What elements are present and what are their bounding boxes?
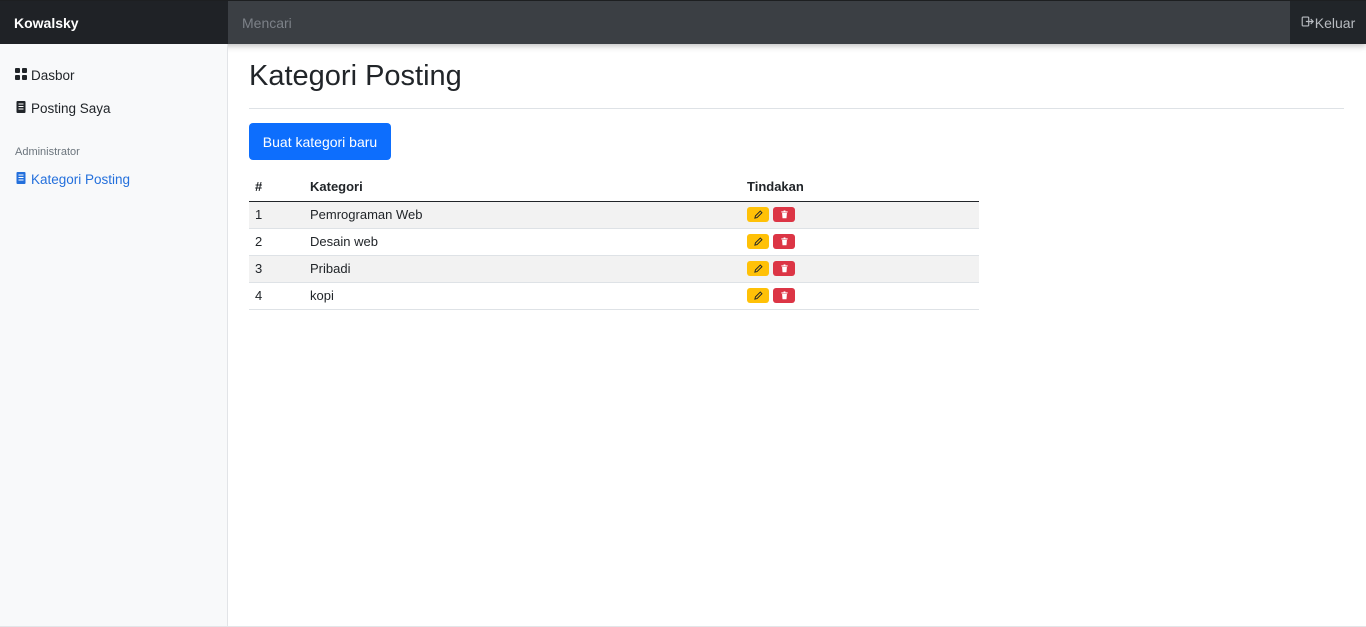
row-number: 4 (249, 282, 304, 310)
search-input[interactable] (228, 1, 1290, 44)
sidebar-item-dasbor[interactable]: Dasbor (15, 65, 75, 85)
trash-icon (780, 234, 789, 249)
trash-icon (780, 261, 789, 276)
brand-logo[interactable]: Kowalsky (0, 1, 228, 44)
pencil-icon (753, 207, 763, 222)
create-category-button[interactable]: Buat kategori baru (249, 123, 391, 160)
row-category: Pribadi (304, 255, 741, 283)
page-title: Kategori Posting (249, 60, 462, 92)
sidebar-item-label: Kategori Posting (31, 171, 131, 187)
table-row: 4 kopi (249, 282, 979, 310)
document-icon (15, 171, 27, 187)
sidebar-item-posting-saya[interactable]: Posting Saya (15, 98, 111, 118)
table-row: 2 Desain web (249, 228, 979, 256)
pencil-icon (753, 261, 763, 276)
sidebar-heading-administrator: Administrator (15, 146, 80, 158)
sidebar-item-label: Posting Saya (31, 100, 111, 116)
edit-button[interactable] (747, 234, 769, 249)
edit-button[interactable] (747, 288, 769, 303)
header-actions: Tindakan (741, 172, 979, 202)
header-category: Kategori (304, 172, 741, 202)
table-row: 3 Pribadi (249, 255, 979, 283)
pencil-icon (753, 234, 763, 249)
categories-table: # Kategori Tindakan 1 Pemrograman Web 2 … (249, 172, 979, 310)
sidebar-item-label: Dasbor (31, 67, 75, 83)
title-divider (249, 108, 1344, 109)
edit-button[interactable] (747, 261, 769, 276)
table-row: 1 Pemrograman Web (249, 201, 979, 229)
trash-icon (780, 288, 789, 303)
logout-button[interactable]: Keluar (1290, 1, 1366, 44)
delete-button[interactable] (773, 261, 795, 276)
sidebar-item-kategori-posting[interactable]: Kategori Posting (15, 169, 130, 189)
delete-button[interactable] (773, 234, 795, 249)
row-number: 2 (249, 228, 304, 256)
dashboard-grid-icon (15, 67, 27, 83)
document-icon (15, 100, 27, 116)
row-number: 3 (249, 255, 304, 283)
delete-button[interactable] (773, 207, 795, 222)
table-header-row: # Kategori Tindakan (249, 172, 979, 202)
row-number: 1 (249, 201, 304, 229)
trash-icon (780, 207, 789, 222)
top-navbar: Kowalsky Keluar (0, 0, 1366, 44)
delete-button[interactable] (773, 288, 795, 303)
logout-label: Keluar (1314, 14, 1356, 31)
row-category: Pemrograman Web (304, 201, 741, 229)
row-category: kopi (304, 282, 741, 310)
header-number: # (249, 172, 304, 202)
sidebar: Dasbor Posting Saya Administrator Katego… (0, 44, 228, 627)
edit-button[interactable] (747, 207, 769, 222)
row-category: Desain web (304, 228, 741, 256)
pencil-icon (753, 288, 763, 303)
logout-icon (1301, 15, 1314, 31)
